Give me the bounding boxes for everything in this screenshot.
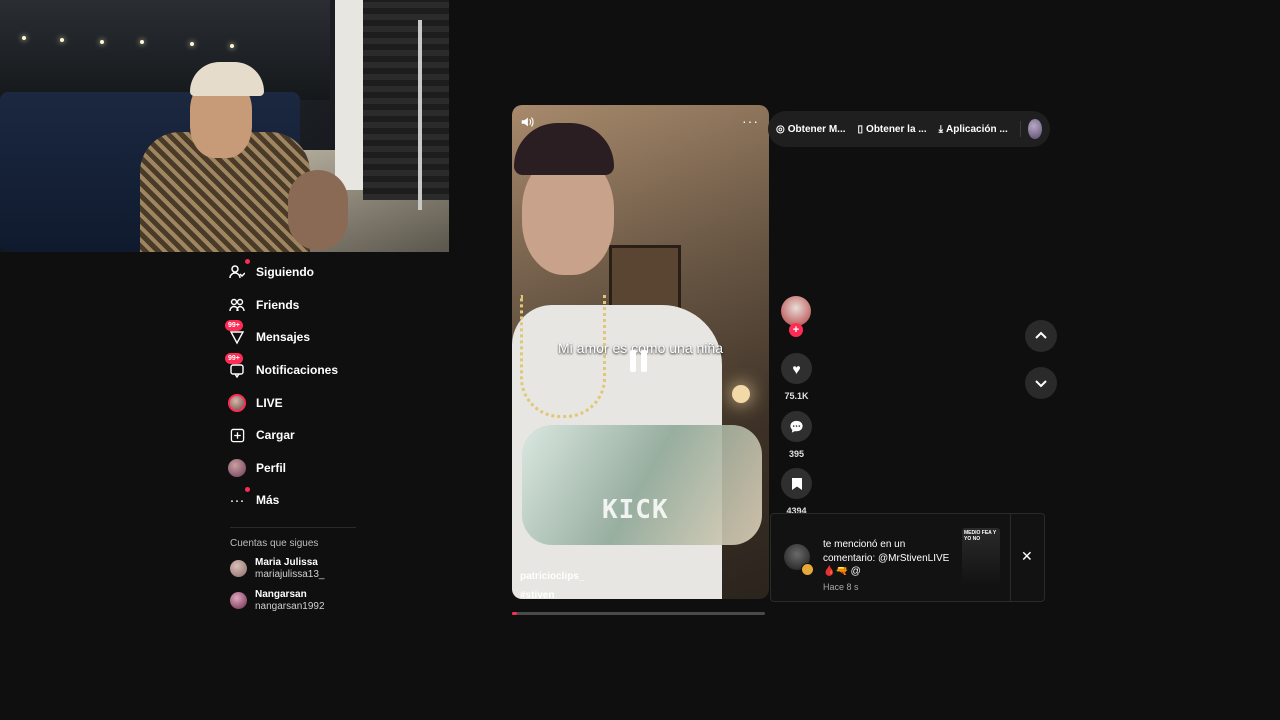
video-background-lamp [732,385,750,403]
notifications-icon: 99+ [225,353,248,381]
comment-count: 395 [788,449,805,459]
stair-rail [418,20,422,210]
more-options-icon[interactable]: ··· [742,113,759,129]
profile-avatar-icon [226,457,248,479]
sidebar-item-mensajes[interactable]: 99+ Mensajes [225,320,366,354]
stone-wall [363,0,449,200]
pill-item-label: Obtener M... [787,123,846,135]
notification-thumbnail[interactable]: MEDIO FEA Y YO NO [962,528,1000,588]
video-hashtag[interactable]: #stiven [520,590,554,599]
account-avatar [230,592,247,610]
kick-watermark: KICK [602,495,669,525]
sidebar-item-label: Perfil [256,460,287,475]
close-icon[interactable]: ✕ [1021,548,1033,565]
notifications-badge: 99+ [225,353,243,365]
account-avatar [230,560,247,578]
streamer-cap [190,62,264,96]
sidebar: Siguiendo Friends 99+ Mensajes 99+ Notif… [225,256,366,621]
friends-icon [226,294,248,316]
volume-icon[interactable] [520,115,534,132]
next-video-button[interactable] [1025,367,1057,399]
sidebar-item-label: Friends [256,297,300,312]
sidebar-item-label: LIVE [256,395,283,410]
more-icon: ··· [226,487,250,511]
mention-notification-toast[interactable]: te mencionó en un comentario: @MrStivenL… [770,513,1045,602]
pause-icon[interactable] [629,350,649,372]
notification-message: te mencionó en un comentario: @MrStivenL… [823,539,950,577]
download-icon: ⤓ [938,123,944,135]
phone-icon: ▯ [857,123,864,135]
following-accounts-title: Cuentas que sigues [230,537,319,549]
coin-icon: ◎ [776,123,785,135]
heart-icon: ♥ [792,360,801,377]
get-app-button[interactable]: ▯ Obtener la ... [858,124,927,135]
pill-item-label: Aplicación ... [946,123,1008,135]
upload-icon [226,424,248,446]
user-avatar[interactable] [1028,119,1042,139]
sidebar-item-label: Notificaciones [256,363,339,378]
top-actions-pill: ◎ Obtener M... ▯ Obtener la ... ⤓ Aplicació… [768,111,1050,147]
video-person-chain [520,295,606,418]
sidebar-item-perfil[interactable]: Perfil [226,452,366,485]
account-name: Maria Julissa [255,556,318,568]
video-progress-bar[interactable] [512,612,765,615]
creator-avatar[interactable] [781,296,811,326]
sidebar-item-mas[interactable]: ··· Más [226,484,366,517]
notification-dot [245,487,250,493]
video-progress-fill [512,612,518,615]
notification-time: Hace 8 s [823,582,859,592]
comment-button[interactable] [781,411,812,442]
sidebar-divider [230,526,356,528]
live-avatar-icon [226,392,248,414]
messages-badge: 99+ [225,320,243,332]
like-button[interactable]: ♥ [781,353,812,384]
thumbnail-text: MEDIO FEA Y YO NO [964,530,997,542]
toast-divider [1010,514,1011,601]
sidebar-item-label: Mensajes [256,330,311,345]
account-name: Nangarsan [255,588,307,600]
chevron-down-icon [1035,380,1047,388]
desktop-app-button[interactable]: ⤓ Aplicación ... [939,124,1008,135]
chevron-up-icon [1035,331,1047,339]
follow-plus-icon[interactable]: + [789,323,803,337]
sidebar-item-live[interactable]: LIVE [226,386,366,419]
sidebar-item-friends[interactable]: Friends [226,289,366,322]
previous-video-button[interactable] [1025,320,1057,352]
pill-divider [1019,121,1021,137]
webcam-overlay [0,0,449,252]
streamer [140,60,350,252]
bookmark-icon [791,477,802,490]
user-follow-icon [226,259,250,283]
sidebar-item-notificaciones[interactable]: 99+ Notificaciones [225,353,366,387]
video-cloth [522,425,762,545]
sidebar-item-siguiendo[interactable]: Siguiendo [226,256,366,289]
account-handle: mariajulissa13_ [255,568,325,580]
sidebar-item-label: Más [256,493,280,508]
followed-account-maria[interactable]: Maria Julissa mariajulissa13_ [230,557,366,581]
notifier-badge [801,563,814,576]
pill-item-label: Obtener la ... [866,123,927,135]
video-author[interactable]: patricioclips_ [520,571,584,582]
messages-icon: 99+ [225,320,248,348]
streamer-arm [288,170,348,250]
video-player[interactable]: ··· Mi amor es como una niña KICK patric… [512,105,769,599]
save-button[interactable] [781,468,812,499]
get-coins-button[interactable]: ◎ Obtener M... [776,124,846,135]
sidebar-item-label: Siguiendo [256,265,314,280]
comment-icon [790,420,803,433]
sidebar-item-label: Cargar [256,428,295,443]
like-count: 75.1K [784,391,809,401]
account-handle: nangarsan1992 [255,600,325,612]
sidebar-item-cargar[interactable]: Cargar [226,419,366,452]
followed-account-nangarsan[interactable]: Nangarsan nangarsan1992 [230,589,366,613]
notification-dot [245,259,250,265]
